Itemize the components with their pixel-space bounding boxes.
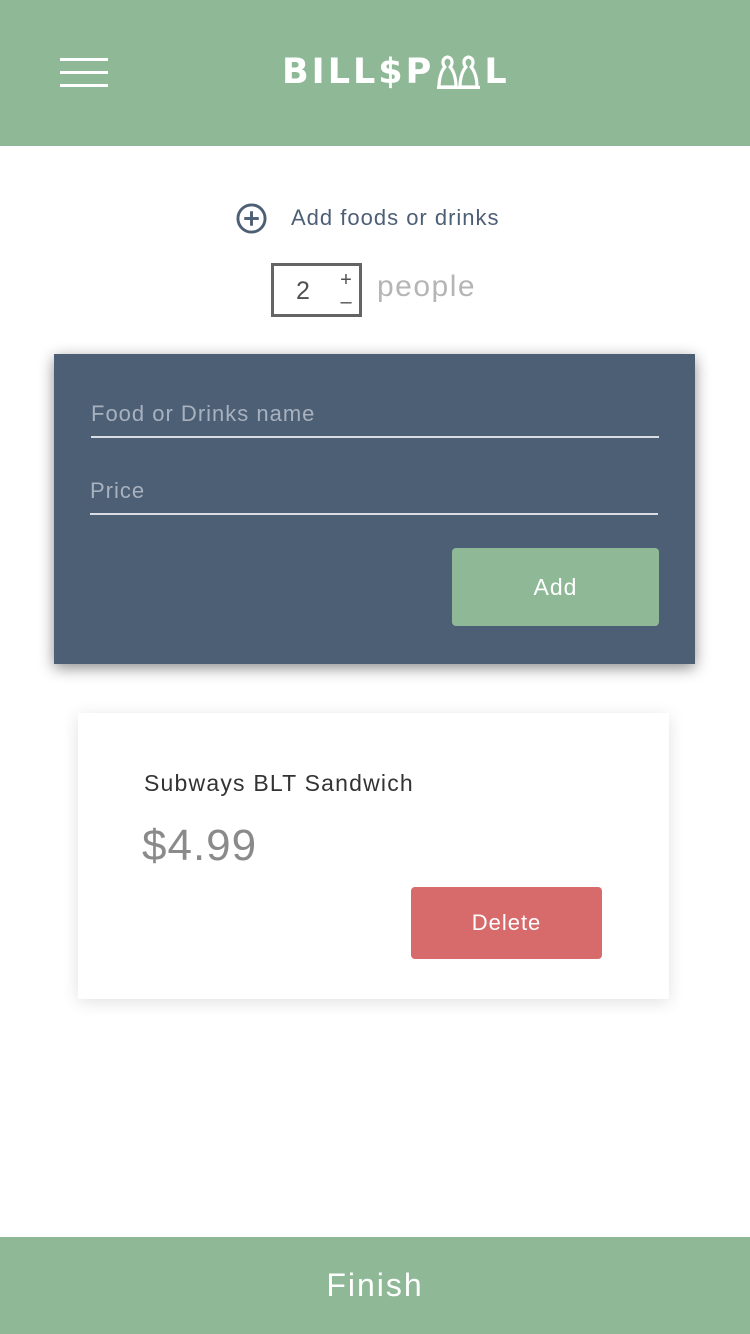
add-foods-label: Add foods or drinks <box>291 205 500 230</box>
price-input[interactable] <box>90 469 658 515</box>
list-item: Subways BLT Sandwich $4.99 Delete <box>78 713 669 999</box>
logo-text-prefix: BILL$P <box>282 52 435 92</box>
add-foods-toggle[interactable]: Add foods or drinks <box>236 202 500 234</box>
plus-circle-icon <box>236 202 267 234</box>
menu-line <box>60 58 108 61</box>
decrement-people-button[interactable]: – <box>337 292 355 312</box>
delete-button[interactable]: Delete <box>411 887 602 959</box>
item-name: Subways BLT Sandwich <box>144 770 414 796</box>
add-button[interactable]: Add <box>452 548 659 626</box>
people-label: people <box>377 270 477 303</box>
app-logo: BILL$P L <box>282 52 510 92</box>
logo-text-suffix: L <box>484 52 510 92</box>
food-name-input[interactable] <box>91 392 659 438</box>
app-header: BILL$P L <box>0 0 750 146</box>
menu-line <box>60 84 108 87</box>
item-price: $4.99 <box>142 821 258 870</box>
hamburger-menu-icon[interactable] <box>60 58 108 88</box>
people-pair-icon <box>436 55 482 89</box>
people-count[interactable]: 2 <box>296 277 310 306</box>
increment-people-button[interactable]: + <box>337 270 355 290</box>
finish-button[interactable]: Finish <box>0 1237 750 1334</box>
add-item-form: Add <box>54 354 695 664</box>
people-stepper[interactable]: 2 + – <box>271 263 362 317</box>
menu-line <box>60 71 108 74</box>
app-root: BILL$P L Add foods or drinks 2 + – peopl… <box>0 0 750 1334</box>
